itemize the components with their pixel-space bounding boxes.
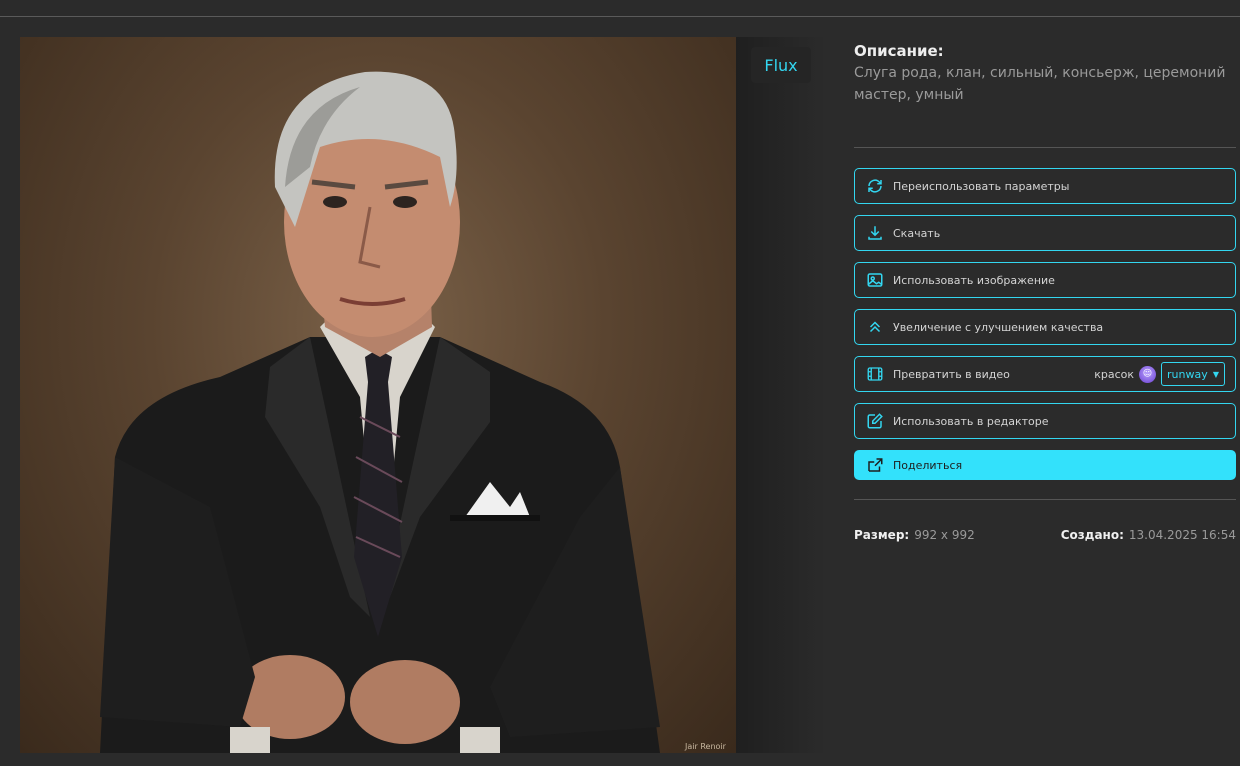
size-label: Размер: xyxy=(854,528,910,542)
share-icon xyxy=(865,455,885,475)
download-button[interactable]: Скачать xyxy=(854,215,1236,251)
meta-row: Размер: 992 x 992 Создано: 13.04.2025 16:5… xyxy=(854,526,1236,544)
reuse-params-label: Переиспользовать параметры xyxy=(893,179,1070,193)
divider xyxy=(854,499,1236,500)
download-label: Скачать xyxy=(893,226,941,240)
use-image-button[interactable]: Использовать изображение xyxy=(854,262,1236,298)
model-badge: Flux xyxy=(751,47,811,83)
divider xyxy=(854,147,1236,148)
video-provider-value: runway xyxy=(1167,367,1208,381)
created-value: 13.04.2025 16:54 xyxy=(1128,528,1236,542)
film-icon xyxy=(865,364,885,384)
video-cost-label: красок xyxy=(1094,367,1134,381)
video-provider-select[interactable]: runway ▼ xyxy=(1161,362,1225,386)
image-icon xyxy=(865,270,885,290)
refresh-icon xyxy=(865,176,885,196)
image-shadow xyxy=(736,37,826,753)
use-image-label: Использовать изображение xyxy=(893,273,1055,287)
download-icon xyxy=(865,223,885,243)
chevron-down-icon: ▼ xyxy=(1212,369,1219,379)
video-options: красок ☺ runway ▼ xyxy=(1094,357,1225,391)
description-text: Слуга рода, клан, сильный, консьерж, цер… xyxy=(854,65,1226,103)
created-info: Создано: 13.04.2025 16:54 xyxy=(1061,528,1236,542)
share-button[interactable]: Поделиться xyxy=(854,450,1236,480)
portrait-illustration: Jair Renoir xyxy=(100,71,727,753)
upscale-button[interactable]: Увеличение с улучшением качества xyxy=(854,309,1236,345)
double-chevron-up-icon xyxy=(865,317,885,337)
watermark: Jair Renoir xyxy=(684,742,727,751)
use-in-editor-label: Использовать в редакторе xyxy=(893,414,1049,428)
size-value: 992 x 992 xyxy=(914,528,975,542)
share-label: Поделиться xyxy=(893,458,963,472)
upscale-label: Увеличение с улучшением качества xyxy=(893,320,1104,334)
created-label: Создано: xyxy=(1060,528,1124,542)
to-video-label: Превратить в видео xyxy=(893,367,1010,381)
reuse-params-button[interactable]: Переиспользовать параметры xyxy=(854,168,1236,204)
use-in-editor-button[interactable]: Использовать в редакторе xyxy=(854,403,1236,439)
generated-image[interactable]: Jair Renoir xyxy=(20,37,736,753)
description-panel: Описание: Слуга рода, клан, сильный, кон… xyxy=(854,40,1236,106)
top-divider xyxy=(0,16,1240,17)
edit-icon xyxy=(865,411,885,431)
description-label: Описание: xyxy=(854,42,944,60)
size-info: Размер: 992 x 992 xyxy=(854,528,975,542)
paint-coin-icon: ☺ xyxy=(1139,365,1156,383)
to-video-button[interactable]: Превратить в видео красок ☺ runway ▼ xyxy=(854,356,1236,392)
